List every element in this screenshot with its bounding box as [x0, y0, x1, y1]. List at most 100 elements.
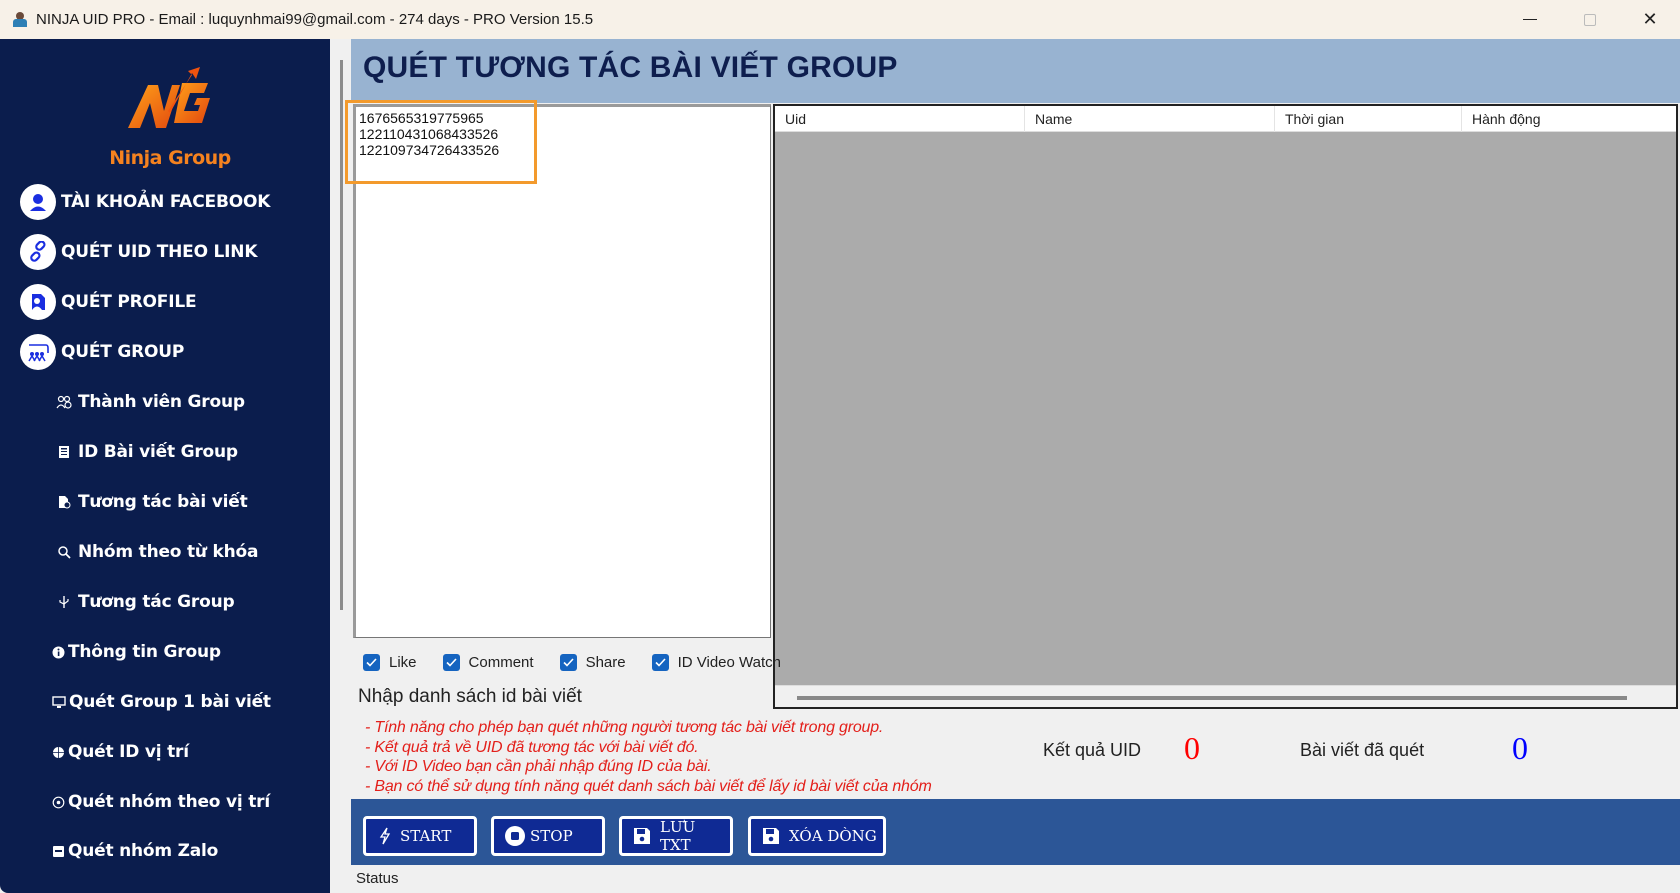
sidebar-item-group-interactions[interactable]: Tương tác Group [56, 587, 235, 617]
instruction-line: - Với ID Video bạn cần phải nhập đúng ID… [365, 758, 712, 775]
maximize-icon [1584, 13, 1596, 26]
window-controls: ✕ [1500, 0, 1680, 39]
document-icon [56, 444, 72, 460]
save-txt-button[interactable]: LƯU TXT [619, 816, 733, 856]
instruction-line: - Kết quả trả về UID đã tương tác với bà… [365, 738, 699, 756]
sidebar-item-label: Thông tin Group [68, 642, 221, 662]
info-icon [52, 644, 65, 660]
sidebar-item-label: Quét Group 1 bài viết [69, 692, 271, 712]
window-title: NINJA UID PRO - Email : luquynhmai99@gma… [36, 11, 594, 28]
lightning-icon [378, 827, 392, 845]
sidebar-item-label: QUÉT UID THEO LINK [61, 242, 258, 262]
uid-result-label: Kết quả UID [1043, 740, 1142, 760]
sidebar-item-scan-group[interactable]: QUÉT GROUP [20, 333, 184, 371]
close-button[interactable]: ✕ [1620, 0, 1680, 39]
sidebar-item-groups-by-keyword[interactable]: Nhóm theo từ khóa [56, 537, 259, 567]
action-bar: START STOP LƯU TXT XÓA DÒNG [351, 799, 1680, 865]
checkbox-label: Share [585, 654, 626, 671]
sidebar-item-label: Tương tác Group [78, 592, 235, 612]
uid-result-count: 0 [1184, 730, 1200, 766]
status-bar: Status [356, 870, 399, 887]
post-ids-label: Nhập danh sách id bài viết [358, 686, 582, 707]
sidebar-item-facebook-accounts[interactable]: TÀI KHOẢN FACEBOOK [20, 183, 270, 221]
sidebar-item-group-post-ids[interactable]: ID Bài viết Group [56, 437, 238, 467]
sidebar-item-zalo-groups[interactable]: Quét nhóm Zalo [52, 836, 218, 866]
panel-splitter[interactable] [340, 60, 343, 610]
monitor-icon [52, 694, 66, 710]
sidebar-item-label: Thành viên Group [78, 392, 245, 412]
close-icon: ✕ [1642, 9, 1658, 30]
comment-checkbox[interactable]: Comment [442, 654, 534, 671]
user-icon [20, 184, 56, 220]
sidebar-item-post-interactions[interactable]: Tương tác bài viết [56, 487, 248, 517]
link-icon [20, 234, 56, 270]
horizontal-scrollbar[interactable] [775, 685, 1676, 707]
post-interaction-icon [56, 494, 72, 510]
stop-label: STOP [530, 827, 573, 845]
column-header-action[interactable]: Hành động [1462, 106, 1676, 132]
minimize-button[interactable] [1500, 0, 1560, 39]
sidebar-item-label: TÀI KHOẢN FACEBOOK [61, 192, 271, 212]
stop-icon [504, 825, 526, 847]
sidebar-item-label: Quét nhóm Zalo [68, 841, 219, 861]
sidebar-item-label: Quét ID vị trí [68, 742, 189, 762]
sidebar-item-scan-profile[interactable]: QUÉT PROFILE [20, 283, 197, 321]
results-table[interactable]: Uid Name Thời gian Hành động [773, 104, 1678, 709]
page-header: QUÉT TƯƠNG TÁC BÀI VIẾT GROUP [351, 39, 1680, 103]
delete-rows-label: XÓA DÒNG [789, 827, 877, 845]
profile-icon [20, 284, 56, 320]
globe-icon [52, 744, 65, 760]
posts-scanned-count: 0 [1512, 730, 1528, 766]
posts-scanned-label: Bài viết đã quét [1300, 740, 1425, 760]
like-checkbox[interactable]: Like [363, 654, 417, 671]
checkmark-icon [651, 654, 669, 671]
save-txt-label: LƯU TXT [660, 818, 696, 854]
group-icon [20, 334, 56, 370]
sidebar-item-label: Quét nhóm theo vị trí [68, 792, 270, 812]
sidebar-item-label: QUÉT GROUP [61, 342, 185, 362]
start-button[interactable]: START [363, 816, 477, 856]
maximize-button[interactable] [1560, 0, 1620, 39]
usb-icon [56, 594, 72, 610]
checkbox-label: Like [389, 654, 417, 671]
sidebar-item-scan-uid-link[interactable]: QUÉT UID THEO LINK [20, 233, 258, 271]
checkmark-icon [442, 654, 460, 671]
column-header-time[interactable]: Thời gian [1275, 106, 1462, 132]
delete-rows-button[interactable]: XÓA DÒNG [748, 816, 886, 856]
sidebar-item-groups-by-location[interactable]: Quét nhóm theo vị trí [52, 787, 270, 817]
sidebar-item-scan-location-id[interactable]: Quét ID vị trí [52, 737, 189, 767]
page-title: QUÉT TƯƠNG TÁC BÀI VIẾT GROUP [363, 51, 898, 84]
sidebar-item-label: QUÉT PROFILE [61, 292, 197, 312]
sidebar-item-scan-group-one-post[interactable]: Quét Group 1 bài viết [52, 687, 271, 717]
logo-text: Ninja Group [109, 147, 231, 169]
checkmark-icon [363, 654, 380, 671]
scrollbar-thumb[interactable] [797, 696, 1627, 700]
share-checkbox[interactable]: Share [559, 654, 626, 671]
search-icon [56, 544, 72, 560]
table-header: Uid Name Thời gian Hành động [775, 106, 1676, 132]
sidebar-item-label: ID Bài viết Group [78, 442, 238, 462]
checkbox-label: Comment [468, 654, 534, 671]
minimize-icon [1523, 19, 1537, 20]
checkbox-label: ID Video Watch [677, 654, 781, 671]
logo-icon [128, 67, 210, 128]
chat-icon [52, 843, 65, 859]
start-label: START [400, 827, 452, 845]
checkmark-icon [559, 654, 577, 671]
sidebar-item-label: Tương tác bài viết [78, 492, 248, 512]
post-ids-input[interactable]: 1676565319775965 122110431068433526 1221… [353, 104, 771, 638]
column-header-name[interactable]: Name [1025, 106, 1275, 132]
title-bar: NINJA UID PRO - Email : luquynhmai99@gma… [0, 0, 1680, 39]
instruction-line: - Bạn có thể sử dụng tính năng quét danh… [365, 777, 932, 795]
save-icon [761, 826, 781, 846]
sidebar-item-group-members[interactable]: Thành viên Group [56, 387, 245, 417]
column-header-uid[interactable]: Uid [775, 106, 1025, 132]
stop-button[interactable]: STOP [491, 816, 605, 856]
video-watch-checkbox[interactable]: ID Video Watch [651, 654, 781, 671]
save-icon [632, 826, 652, 846]
app-window: NINJA UID PRO - Email : luquynhmai99@gma… [0, 0, 1680, 893]
sidebar-item-group-info[interactable]: Thông tin Group [52, 637, 221, 667]
members-icon [56, 394, 72, 410]
instruction-line: - Tính năng cho phép bạn quét những ngườ… [365, 719, 884, 736]
sidebar-item-label: Nhóm theo từ khóa [78, 542, 259, 562]
